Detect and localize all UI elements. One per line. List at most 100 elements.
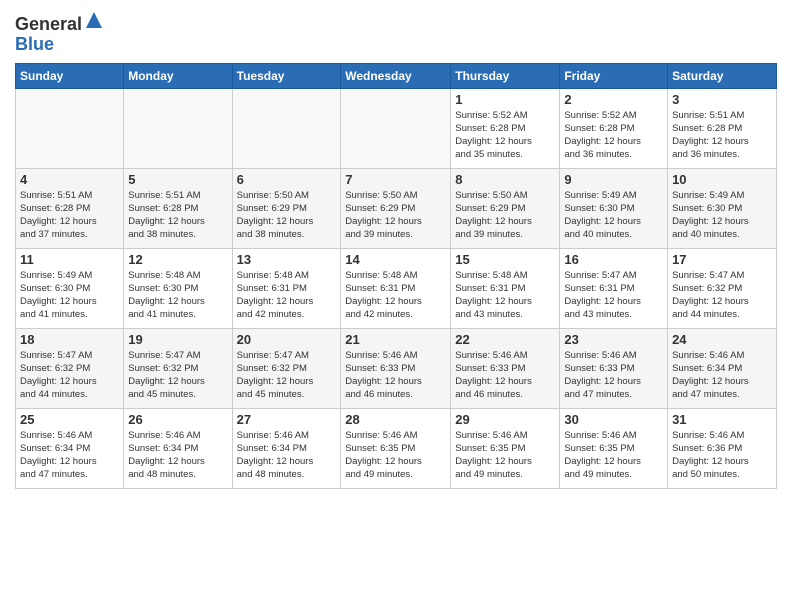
calendar-week-5: 25 Sunrise: 5:46 AMSunset: 6:34 PMDayligh… [16, 408, 777, 488]
header: General Blue [15, 10, 777, 55]
day-info: Sunrise: 5:46 AMSunset: 6:33 PMDaylight:… [345, 349, 446, 402]
day-info: Sunrise: 5:47 AMSunset: 6:31 PMDaylight:… [564, 269, 663, 322]
day-info: Sunrise: 5:46 AMSunset: 6:35 PMDaylight:… [455, 429, 555, 482]
day-info: Sunrise: 5:48 AMSunset: 6:31 PMDaylight:… [455, 269, 555, 322]
calendar-cell [232, 88, 341, 168]
day-number: 23 [564, 332, 663, 347]
day-info: Sunrise: 5:47 AMSunset: 6:32 PMDaylight:… [237, 349, 337, 402]
calendar-cell [16, 88, 124, 168]
day-info: Sunrise: 5:46 AMSunset: 6:36 PMDaylight:… [672, 429, 772, 482]
calendar-cell: 7Sunrise: 5:50 AMSunset: 6:29 PMDaylight… [341, 168, 451, 248]
calendar-cell [124, 88, 232, 168]
day-number: 25 [20, 412, 119, 427]
day-info: Sunrise: 5:46 AMSunset: 6:33 PMDaylight:… [455, 349, 555, 402]
calendar-cell: 29 Sunrise: 5:46 AMSunset: 6:35 PMDayligh… [451, 408, 560, 488]
calendar-cell: 31Sunrise: 5:46 AMSunset: 6:36 PMDayligh… [668, 408, 777, 488]
calendar-week-3: 11 Sunrise: 5:49 AMSunset: 6:30 PMDayligh… [16, 248, 777, 328]
day-info: Sunrise: 5:46 AMSunset: 6:33 PMDaylight:… [564, 349, 663, 402]
day-info: Sunrise: 5:47 AMSunset: 6:32 PMDaylight:… [672, 269, 772, 322]
calendar-week-4: 18 Sunrise: 5:47 AMSunset: 6:32 PMDayligh… [16, 328, 777, 408]
day-info: Sunrise: 5:49 AMSunset: 6:30 PMDaylight:… [672, 189, 772, 242]
logo: General Blue [15, 10, 104, 55]
day-number: 8 [455, 172, 555, 187]
day-info: Sunrise: 5:48 AMSunset: 6:31 PMDaylight:… [345, 269, 446, 322]
calendar-cell: 16Sunrise: 5:47 AMSunset: 6:31 PMDayligh… [560, 248, 668, 328]
calendar-cell: 3Sunrise: 5:51 AMSunset: 6:28 PMDaylight… [668, 88, 777, 168]
calendar-cell: 18 Sunrise: 5:47 AMSunset: 6:32 PMDayligh… [16, 328, 124, 408]
page: General Blue SundayMondayTuesdayWednesda… [0, 0, 792, 612]
day-number: 1 [455, 92, 555, 107]
calendar-cell: 21Sunrise: 5:46 AMSunset: 6:33 PMDayligh… [341, 328, 451, 408]
logo-general-text: General [15, 14, 82, 34]
day-info: Sunrise: 5:48 AMSunset: 6:31 PMDaylight:… [237, 269, 337, 322]
calendar-week-1: 1 Sunrise: 5:52 AMSunset: 6:28 PMDaylight… [16, 88, 777, 168]
day-number: 17 [672, 252, 772, 267]
day-number: 22 [455, 332, 555, 347]
day-info: Sunrise: 5:47 AMSunset: 6:32 PMDaylight:… [20, 349, 119, 402]
calendar-cell: 4Sunrise: 5:51 AMSunset: 6:28 PMDaylight… [16, 168, 124, 248]
day-info: Sunrise: 5:48 AMSunset: 6:30 PMDaylight:… [128, 269, 227, 322]
day-info: Sunrise: 5:47 AMSunset: 6:32 PMDaylight:… [128, 349, 227, 402]
day-info: Sunrise: 5:50 AMSunset: 6:29 PMDaylight:… [237, 189, 337, 242]
calendar-cell [341, 88, 451, 168]
calendar-cell: 30 Sunrise: 5:46 AMSunset: 6:35 PMDayligh… [560, 408, 668, 488]
logo-icon [84, 10, 104, 30]
day-number: 30 [564, 412, 663, 427]
weekday-header-wednesday: Wednesday [341, 63, 451, 88]
day-number: 12 [128, 252, 227, 267]
calendar-cell: 25 Sunrise: 5:46 AMSunset: 6:34 PMDayligh… [16, 408, 124, 488]
weekday-header-thursday: Thursday [451, 63, 560, 88]
calendar-cell: 11 Sunrise: 5:49 AMSunset: 6:30 PMDayligh… [16, 248, 124, 328]
day-info: Sunrise: 5:46 AMSunset: 6:35 PMDaylight:… [564, 429, 663, 482]
logo-blue-text: Blue [15, 34, 54, 54]
day-info: Sunrise: 5:52 AMSunset: 6:28 PMDaylight:… [455, 109, 555, 162]
day-info: Sunrise: 5:46 AMSunset: 6:34 PMDaylight:… [20, 429, 119, 482]
day-number: 28 [345, 412, 446, 427]
day-number: 13 [237, 252, 337, 267]
day-info: Sunrise: 5:46 AMSunset: 6:34 PMDaylight:… [237, 429, 337, 482]
day-number: 6 [237, 172, 337, 187]
day-number: 2 [564, 92, 663, 107]
day-number: 29 [455, 412, 555, 427]
day-info: Sunrise: 5:51 AMSunset: 6:28 PMDaylight:… [128, 189, 227, 242]
day-number: 9 [564, 172, 663, 187]
weekday-header-monday: Monday [124, 63, 232, 88]
day-number: 26 [128, 412, 227, 427]
day-info: Sunrise: 5:46 AMSunset: 6:34 PMDaylight:… [672, 349, 772, 402]
calendar-cell: 6 Sunrise: 5:50 AMSunset: 6:29 PMDaylight… [232, 168, 341, 248]
calendar-week-2: 4 Sunrise: 5:51 AMSunset: 6:28 PMDaylight… [16, 168, 777, 248]
day-info: Sunrise: 5:46 AMSunset: 6:34 PMDaylight:… [128, 429, 227, 482]
calendar-cell: 26 Sunrise: 5:46 AMSunset: 6:34 PMDayligh… [124, 408, 232, 488]
day-number: 15 [455, 252, 555, 267]
day-number: 4 [20, 172, 119, 187]
calendar-cell: 5 Sunrise: 5:51 AMSunset: 6:28 PMDaylight… [124, 168, 232, 248]
calendar-cell: 13 Sunrise: 5:48 AMSunset: 6:31 PMDayligh… [232, 248, 341, 328]
calendar-cell: 2Sunrise: 5:52 AMSunset: 6:28 PMDaylight… [560, 88, 668, 168]
calendar-cell: 1 Sunrise: 5:52 AMSunset: 6:28 PMDaylight… [451, 88, 560, 168]
day-number: 11 [20, 252, 119, 267]
calendar-cell: 10 Sunrise: 5:49 AMSunset: 6:30 PMDayligh… [668, 168, 777, 248]
day-info: Sunrise: 5:50 AMSunset: 6:29 PMDaylight:… [345, 189, 446, 242]
day-info: Sunrise: 5:46 AMSunset: 6:35 PMDaylight:… [345, 429, 446, 482]
calendar-cell: 17 Sunrise: 5:47 AMSunset: 6:32 PMDayligh… [668, 248, 777, 328]
day-info: Sunrise: 5:49 AMSunset: 6:30 PMDaylight:… [20, 269, 119, 322]
weekday-header-row: SundayMondayTuesdayWednesdayThursdayFrid… [16, 63, 777, 88]
weekday-header-tuesday: Tuesday [232, 63, 341, 88]
day-number: 19 [128, 332, 227, 347]
calendar-table: SundayMondayTuesdayWednesdayThursdayFrid… [15, 63, 777, 489]
calendar-cell: 23 Sunrise: 5:46 AMSunset: 6:33 PMDayligh… [560, 328, 668, 408]
weekday-header-sunday: Sunday [16, 63, 124, 88]
weekday-header-friday: Friday [560, 63, 668, 88]
day-number: 20 [237, 332, 337, 347]
day-number: 14 [345, 252, 446, 267]
day-number: 5 [128, 172, 227, 187]
day-info: Sunrise: 5:50 AMSunset: 6:29 PMDaylight:… [455, 189, 555, 242]
calendar-cell: 28 Sunrise: 5:46 AMSunset: 6:35 PMDayligh… [341, 408, 451, 488]
calendar-cell: 8 Sunrise: 5:50 AMSunset: 6:29 PMDaylight… [451, 168, 560, 248]
day-number: 3 [672, 92, 772, 107]
calendar-cell: 20 Sunrise: 5:47 AMSunset: 6:32 PMDayligh… [232, 328, 341, 408]
day-number: 10 [672, 172, 772, 187]
day-number: 18 [20, 332, 119, 347]
calendar-cell: 9Sunrise: 5:49 AMSunset: 6:30 PMDaylight… [560, 168, 668, 248]
calendar-cell: 19 Sunrise: 5:47 AMSunset: 6:32 PMDayligh… [124, 328, 232, 408]
